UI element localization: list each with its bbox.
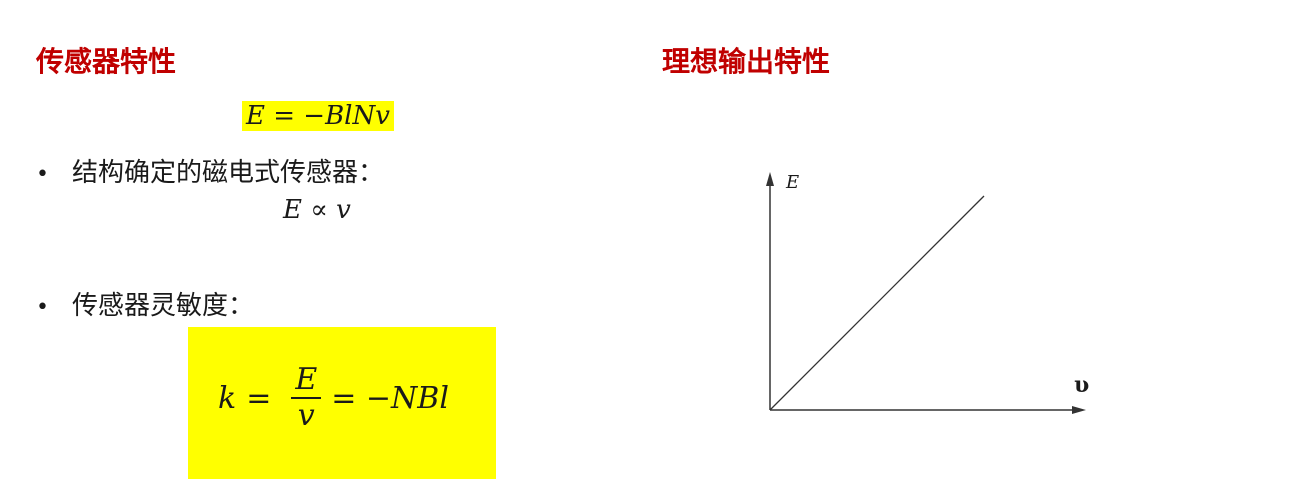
x-axis-label: υ bbox=[1074, 372, 1089, 398]
bullet-text: 传感器灵敏度： bbox=[72, 291, 255, 321]
sensitivity-rhs: = −NBl bbox=[331, 380, 449, 416]
section-heading-sensor-characteristics: 传感器特性 bbox=[36, 45, 177, 78]
equals-sign: = bbox=[246, 380, 272, 416]
fraction-numerator: E bbox=[295, 362, 318, 397]
emf-formula: E = −BlNv bbox=[242, 101, 394, 131]
fraction-denominator: v bbox=[297, 398, 315, 433]
sensitivity-lhs: k bbox=[218, 380, 237, 416]
bullet-dot: • bbox=[36, 295, 49, 320]
proportional-formula: E ∝ v bbox=[283, 195, 351, 225]
x-axis-arrow bbox=[1072, 406, 1086, 414]
sensitivity-formula: k = E v = −NBl bbox=[218, 363, 449, 433]
ideal-output-graph: E υ bbox=[766, 172, 1089, 414]
y-axis-label: E bbox=[785, 172, 799, 193]
section-heading-ideal-output: 理想输出特性 bbox=[662, 45, 831, 78]
fraction: E v bbox=[291, 362, 322, 433]
bullet-sensitivity: • 传感器灵敏度： bbox=[36, 289, 254, 325]
bullet-dot: • bbox=[36, 162, 49, 187]
y-axis-arrow bbox=[766, 172, 774, 186]
output-line bbox=[769, 195, 985, 411]
bullet-text: 结构确定的磁电式传感器： bbox=[72, 158, 385, 188]
sensitivity-highlight-box: k = E v = −NBl bbox=[188, 327, 496, 479]
bullet-structure-sensor: • 结构确定的磁电式传感器： bbox=[36, 156, 384, 192]
